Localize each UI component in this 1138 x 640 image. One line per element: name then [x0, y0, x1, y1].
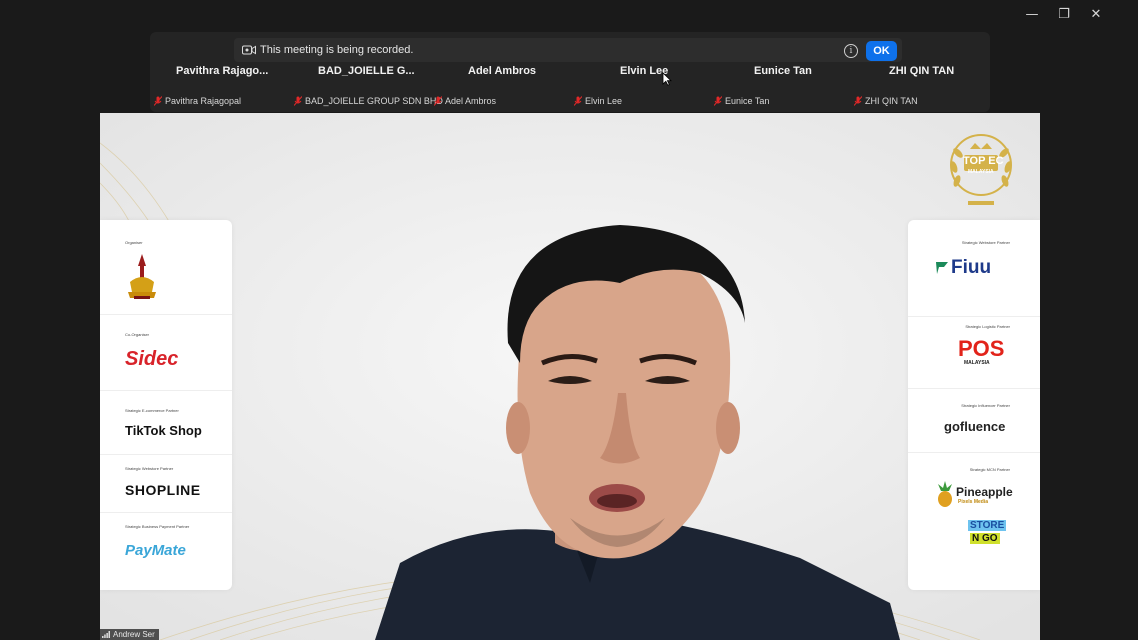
mic-muted-icon [854, 96, 862, 106]
participant-tile-label: Elvin Lee [585, 96, 623, 106]
participant-name[interactable]: Pavithra Rajago... [176, 65, 268, 77]
close-button[interactable]: ✕ [1084, 4, 1108, 24]
participant-tile[interactable]: Adel Ambros [434, 96, 496, 106]
participant-tile[interactable]: Eunice Tan [714, 96, 769, 106]
window-controls: — ❐ ✕ [1020, 4, 1108, 24]
ok-button[interactable]: OK [866, 41, 897, 61]
recording-icon [242, 45, 256, 55]
restore-button[interactable]: ❐ [1052, 4, 1076, 24]
recording-text: This meeting is being recorded. [260, 44, 414, 56]
participant-names-row: Pavithra Rajago... BAD_JOIELLE G... Adel… [150, 65, 990, 81]
mic-muted-icon [574, 96, 582, 106]
mouse-cursor-icon [662, 72, 672, 86]
participant-tiles-row: Pavithra Rajagopal BAD_JOIELLE GROUP SDN… [150, 96, 990, 110]
active-speaker-video[interactable]: TOP EC MALAYSIA Organiser Co-Organiser S… [100, 113, 1040, 640]
info-icon[interactable]: i [844, 44, 858, 58]
participant-tile-label: Eunice Tan [725, 96, 770, 106]
participant-tile-label: Adel Ambros [445, 96, 497, 106]
mic-muted-icon [434, 96, 442, 106]
participant-tile-label: Pavithra Rajagopal [165, 96, 242, 106]
speaker-name-tag: Andrew Ser [100, 629, 159, 640]
mic-muted-icon [294, 96, 302, 106]
minimize-button[interactable]: — [1020, 4, 1044, 24]
participant-name[interactable]: Eunice Tan [754, 65, 812, 77]
signal-icon [102, 631, 110, 638]
mic-muted-icon [154, 96, 162, 106]
participant-tile-label: ZHI QIN TAN [865, 96, 918, 106]
participant-tile[interactable]: Elvin Lee [574, 96, 622, 106]
participant-name[interactable]: BAD_JOIELLE G... [318, 65, 415, 77]
participant-strip: This meeting is being recorded. i OK Pav… [150, 32, 990, 112]
participant-tile-label: BAD_JOIELLE GROUP SDN BHD [305, 96, 443, 106]
participant-name[interactable]: ZHI QIN TAN [889, 65, 954, 77]
mic-muted-icon [714, 96, 722, 106]
speaker-name: Andrew Ser [113, 630, 155, 639]
speaker-figure [375, 225, 900, 640]
participant-tile[interactable]: BAD_JOIELLE GROUP SDN BHD [294, 96, 443, 106]
zoom-meeting-window: — ❐ ✕ This meeting is being recorded. i … [0, 0, 1138, 640]
participant-tile[interactable]: ZHI QIN TAN [854, 96, 918, 106]
participant-name[interactable]: Adel Ambros [468, 65, 536, 77]
participant-tile[interactable]: Pavithra Rajagopal [154, 96, 241, 106]
